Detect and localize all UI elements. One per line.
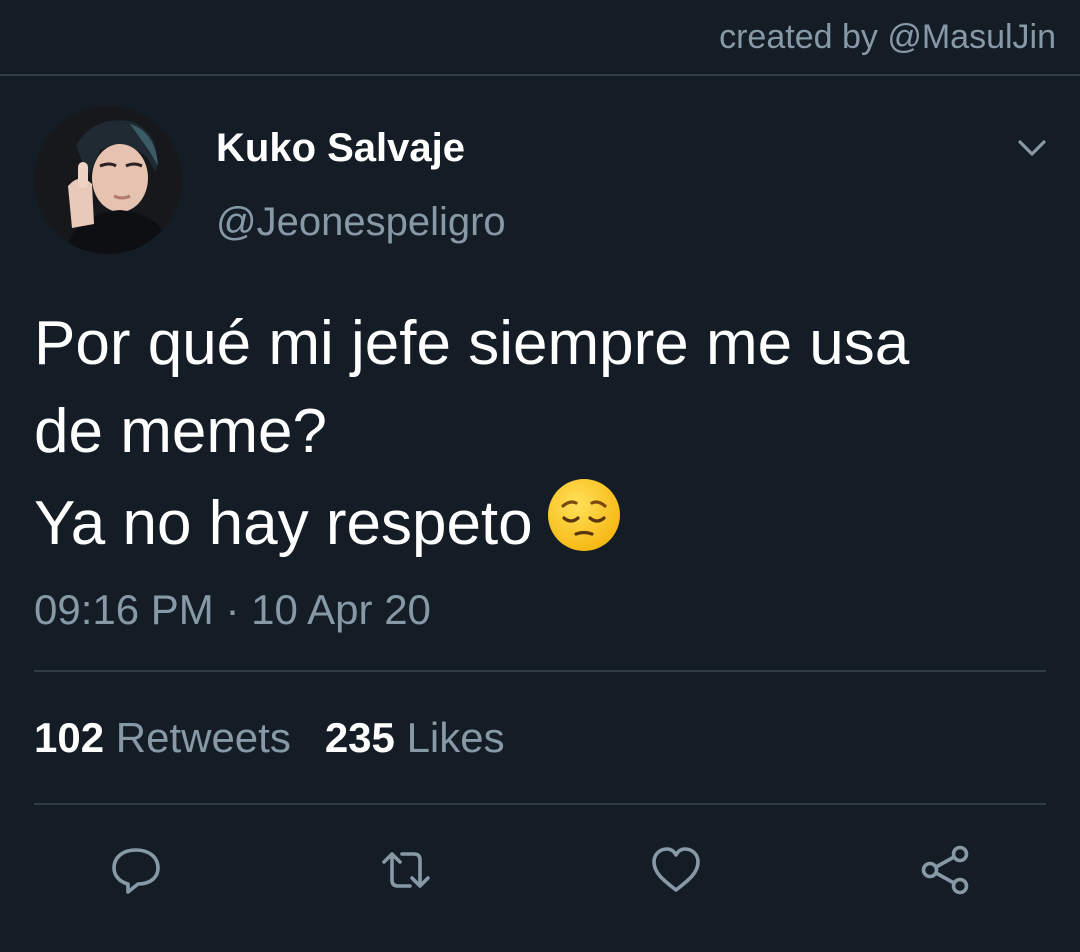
chevron-down-icon[interactable] bbox=[1012, 128, 1052, 168]
heart-icon[interactable] bbox=[648, 842, 704, 898]
retweets-stat[interactable]: 102 Retweets bbox=[34, 714, 291, 761]
user-handle[interactable]: @Jeonespeligro bbox=[216, 200, 506, 245]
divider bbox=[34, 803, 1046, 805]
likes-label: Likes bbox=[406, 714, 505, 761]
retweets-count: 102 bbox=[34, 714, 105, 761]
tweet-text-line: Por qué mi jefe siempre me usa bbox=[34, 309, 910, 378]
avatar-image bbox=[34, 106, 182, 254]
tweet-text-line: Ya no hay respeto bbox=[34, 489, 533, 558]
pensive-face-emoji-icon bbox=[545, 476, 623, 554]
tweet-text: Por qué mi jefe siempre me usa de meme? … bbox=[34, 300, 1054, 568]
header-divider bbox=[0, 74, 1080, 76]
watermark-credit: created by @MasulJin bbox=[719, 18, 1056, 56]
tweet-text-line-with-emoji: Ya no hay respeto bbox=[34, 476, 1054, 568]
retweet-icon[interactable] bbox=[378, 842, 434, 898]
tweet-timestamp[interactable]: 09:16 PM · 10 Apr 20 bbox=[34, 586, 431, 634]
retweets-label: Retweets bbox=[115, 714, 291, 761]
reply-icon[interactable] bbox=[108, 842, 164, 898]
avatar[interactable] bbox=[34, 106, 182, 254]
engagement-stats: 102 Retweets 235 Likes bbox=[34, 714, 505, 762]
likes-count: 235 bbox=[324, 714, 395, 761]
display-name[interactable]: Kuko Salvaje bbox=[216, 126, 465, 171]
tweet-text-line: de meme? bbox=[34, 397, 327, 466]
likes-stat[interactable]: 235 Likes bbox=[325, 714, 505, 761]
divider bbox=[34, 670, 1046, 672]
share-icon[interactable] bbox=[918, 842, 974, 898]
